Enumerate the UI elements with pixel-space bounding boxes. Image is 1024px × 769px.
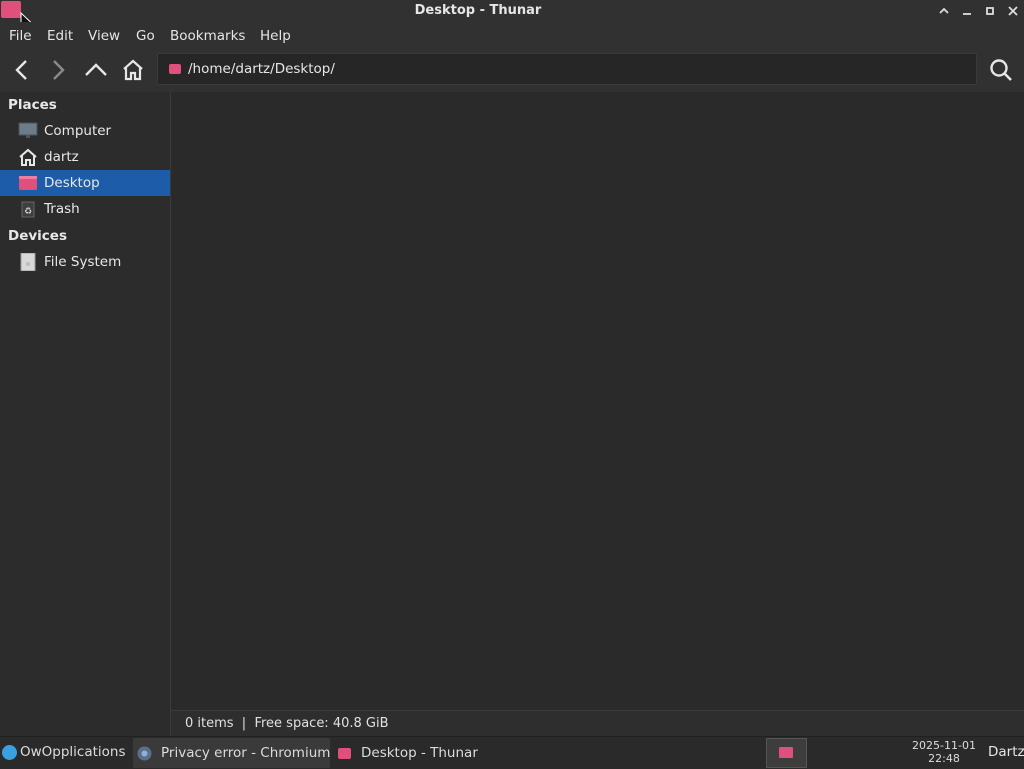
devices-heading: Devices: [8, 228, 67, 244]
up-icon[interactable]: [82, 56, 110, 84]
minimize-icon[interactable]: [958, 2, 976, 20]
sidebar-item-dartz[interactable]: dartz: [0, 144, 170, 170]
toolbar: /home/dartz/Desktop/: [0, 48, 1024, 92]
start-menu-button[interactable]: OwOpplications: [20, 744, 126, 760]
sidebar-item-label: Computer: [44, 123, 112, 139]
sidebar-item-label: dartz: [44, 149, 79, 165]
home-icon[interactable]: [119, 56, 147, 84]
folder-icon: [18, 174, 37, 191]
task-chromium[interactable]: Privacy error - Chromium: [133, 738, 330, 768]
title-bar: Desktop - Thunar: [0, 0, 1024, 22]
sidebar-item-computer[interactable]: Computer: [0, 118, 170, 144]
folder-icon: [338, 748, 351, 759]
location-bar[interactable]: /home/dartz/Desktop/: [157, 53, 977, 85]
folder-icon: [169, 64, 181, 74]
sidebar-item-label: Desktop: [44, 175, 100, 191]
file-view[interactable]: [171, 92, 1024, 710]
places-heading: Places: [8, 97, 57, 113]
maximize-icon[interactable]: [981, 2, 999, 20]
taskbar: OwOpplications Privacy error - Chromium …: [0, 736, 1024, 769]
clock-date: 2025-11-01: [912, 739, 976, 752]
status-bar: 0 items | Free space: 40.8 GiB: [171, 710, 1024, 737]
trash-icon: ♻: [18, 200, 37, 218]
menu-view[interactable]: View: [88, 28, 120, 44]
user-menu[interactable]: Dartz: [988, 744, 1024, 760]
drive-icon: [18, 252, 37, 272]
clock[interactable]: 2025-11-01 22:48: [898, 739, 990, 765]
sidebar-item-label: File System: [44, 254, 122, 270]
start-menu-icon[interactable]: [2, 745, 17, 760]
search-icon[interactable]: [987, 56, 1015, 84]
sidebar-item-trash[interactable]: ♻ Trash: [0, 196, 170, 222]
menu-edit[interactable]: Edit: [47, 28, 73, 44]
forward-icon[interactable]: [44, 56, 72, 84]
window-title: Desktop - Thunar: [414, 3, 542, 18]
task-label: Desktop - Thunar: [361, 745, 478, 761]
menu-file[interactable]: File: [9, 28, 32, 44]
shade-icon[interactable]: [935, 2, 953, 20]
back-icon[interactable]: [8, 56, 36, 84]
task-thunar[interactable]: Desktop - Thunar: [333, 738, 531, 768]
status-text: 0 items | Free space: 40.8 GiB: [185, 716, 389, 731]
menu-bookmarks[interactable]: Bookmarks: [170, 28, 245, 44]
sidebar-item-label: Trash: [44, 201, 80, 217]
home-icon: [18, 148, 37, 166]
sidebar: Places Computer dartz Desktop ♻ Trash De…: [0, 92, 171, 736]
chromium-icon: [137, 746, 152, 761]
folder-icon: [779, 747, 793, 758]
menu-bar: File Edit View Go Bookmarks Help: [0, 22, 1024, 48]
computer-icon: [18, 122, 38, 139]
menu-go[interactable]: Go: [136, 28, 155, 44]
sidebar-item-desktop[interactable]: Desktop: [0, 170, 170, 196]
location-path[interactable]: /home/dartz/Desktop/: [188, 61, 335, 77]
clock-time: 22:48: [928, 752, 960, 765]
menu-help[interactable]: Help: [260, 28, 291, 44]
workspace-switcher[interactable]: [766, 738, 807, 768]
svg-text:♻: ♻: [24, 207, 32, 217]
close-icon[interactable]: [1004, 2, 1022, 20]
sidebar-item-file-system[interactable]: File System: [0, 249, 170, 275]
task-label: Privacy error - Chromium: [161, 745, 331, 761]
